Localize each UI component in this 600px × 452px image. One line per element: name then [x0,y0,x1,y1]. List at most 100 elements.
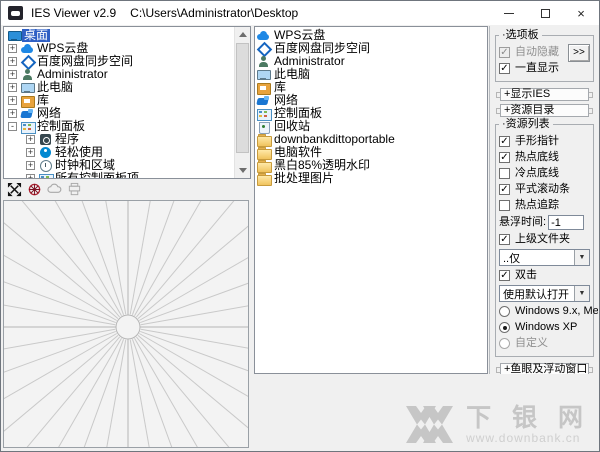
chevron-down-icon[interactable]: ▼ [574,250,589,265]
option-label: 冷点底线 [515,167,559,179]
expand-panel-button[interactable]: >> [568,43,590,62]
window-path: C:\Users\Administrator\Desktop [130,6,299,20]
titlebar: IES Viewer v2.9 C:\Users\Administrator\D… [1,1,599,25]
radio-windows9x-label: Windows 9.x, Me [515,305,598,317]
option-checkbox[interactable] [499,200,510,211]
maximize-button[interactable] [527,1,563,25]
group-resource-list: ·资源列表 ✓ 手形指针 ✓ 热点底线冷点底线 ✓ 平式滚动条热点追踪 悬浮时间: ✓ 上… [495,119,598,357]
parent-only-dropdown[interactable]: ..仅 ▼ [499,249,590,266]
expand-plus-box[interactable]: + [8,109,17,118]
close-icon: × [577,5,585,21]
option-checkbox[interactable] [499,168,510,179]
tree-item[interactable]: + 所有控制面板项 [4,171,250,179]
option-row: 热点追踪 [499,198,590,213]
window-title: IES Viewer v2.9 [31,6,117,20]
folder-icon [257,159,272,173]
close-button[interactable]: × [563,1,599,25]
collapse-minus-box[interactable]: - [8,122,17,131]
hover-time-label: 悬浮时间: [499,216,547,228]
list-item[interactable]: 批处理图片 [255,171,487,186]
expand-plus-box[interactable]: + [26,174,35,178]
user-icon [257,55,271,68]
list-item-label: 批处理图片 [274,171,335,185]
option-checkbox[interactable]: ✓ [499,152,510,163]
bottom-strip: 下 银 网 www.downbank.cn [251,374,598,450]
controlpanel-icon [39,173,54,178]
tree-scrollbar[interactable] [234,27,250,178]
maximize-icon [540,8,550,18]
always-show-checkbox[interactable]: ✓ [499,63,510,74]
option-checkbox[interactable]: ✓ [499,184,510,195]
network-icon [257,95,271,107]
library-icon [257,82,271,95]
tree-item-label: 所有控制面板项 [55,171,140,179]
expand-plus-box[interactable]: + [8,96,17,105]
radio-custom-label: 自定义 [515,337,548,349]
watermark-url: www.downbank.cn [466,431,581,445]
auto-hide-label: 自动隐藏 [515,46,559,58]
expand-plus-box[interactable]: + [8,83,17,92]
user-icon [21,68,35,81]
cloud-icon [257,30,271,42]
clock-icon [39,159,53,172]
folder-tree-panel: 桌面 + WPS云盘 + 百度网盘同步空间 + Administrator + 此电脑 + 库 + 网络… [3,26,251,179]
watermark-brand: 下 银 网 [466,404,590,432]
computer-icon [257,69,271,81]
photometric-diagram-panel[interactable] [1,11,444,451]
computer-icon [21,82,35,94]
tree-item[interactable]: - 控制面板 [4,120,250,134]
expand-plus-box[interactable]: + [8,57,17,66]
scroll-down-button[interactable] [235,163,250,178]
option-row: 冷点底线 [499,166,590,181]
open-mode-dropdown[interactable]: 使用默认打开 ▼ [499,285,590,302]
option-row: ✓ 手形指针 [499,134,590,149]
fit-arrows-icon[interactable] [5,181,23,198]
double-click-label: 双击 [515,269,537,281]
diamond-icon [21,56,35,68]
parent-folder-checkbox[interactable]: ✓ [499,234,510,245]
options-panel: ·选项板 ✓ 自动隐藏 >> ✓ 一直显示 +显示IES +资源目录 ·资源列表… [489,26,598,374]
expand-plus-box[interactable]: + [26,148,35,157]
folder-icon [257,133,272,147]
recycle-icon [257,121,271,134]
hover-time-input[interactable] [548,215,585,230]
group-option-board: ·选项板 ✓ 自动隐藏 >> ✓ 一直显示 [495,30,594,82]
controlpanel-icon [21,121,36,134]
always-show-label: 一直显示 [515,62,559,74]
app-window: IES Viewer v2.9 C:\Users\Administrator\D… [0,0,600,452]
rollout-resource-dir[interactable]: +资源目录 [496,104,593,117]
expand-plus-box[interactable]: + [26,135,35,144]
auto-hide-checkbox[interactable]: ✓ [499,47,510,58]
radio-custom[interactable] [499,338,510,349]
option-checkbox[interactable]: ✓ [499,136,510,147]
option-row: ✓ 平式滚动条 [499,182,590,197]
parent-folder-label: 上级文件夹 [515,233,570,245]
rollout-show-ies[interactable]: +显示IES [496,88,593,101]
list-item[interactable]: 此电脑 [255,68,487,81]
folder-icon [257,146,272,160]
expand-plus-box[interactable]: + [8,70,17,79]
cloud-outline-icon[interactable] [45,181,63,198]
scrollbar-thumb[interactable] [236,43,249,153]
radio-windows9x[interactable] [499,306,510,317]
printer-icon[interactable] [65,181,83,198]
library-icon [21,95,35,108]
chevron-down-icon[interactable]: ▼ [574,286,589,301]
expand-plus-box[interactable]: + [26,161,35,170]
minimize-button[interactable] [491,1,527,25]
file-list: WPS云盘 百度网盘同步空间 Administrator 此电脑库网络 控制面板 回收站 d… [255,29,487,186]
option-row: ✓ 热点底线 [499,150,590,165]
viewer-toolbar [3,180,251,199]
option-label: 平式滚动条 [515,183,570,195]
polar-diagram-icon[interactable] [25,181,43,198]
diamond-icon [257,43,271,55]
double-click-checkbox[interactable]: ✓ [499,270,510,281]
tree-item[interactable]: + 轻松使用 [4,146,250,159]
starburst-diagram [1,11,444,451]
rollout-fisheye[interactable]: +鱼眼及浮动窗口 [496,363,593,374]
expand-plus-box[interactable]: + [8,44,17,53]
tree-item[interactable]: + 程序 [4,133,250,146]
radio-windowsxp[interactable] [499,322,510,333]
controlpanel-icon [257,108,272,121]
scroll-up-button[interactable] [235,27,250,42]
